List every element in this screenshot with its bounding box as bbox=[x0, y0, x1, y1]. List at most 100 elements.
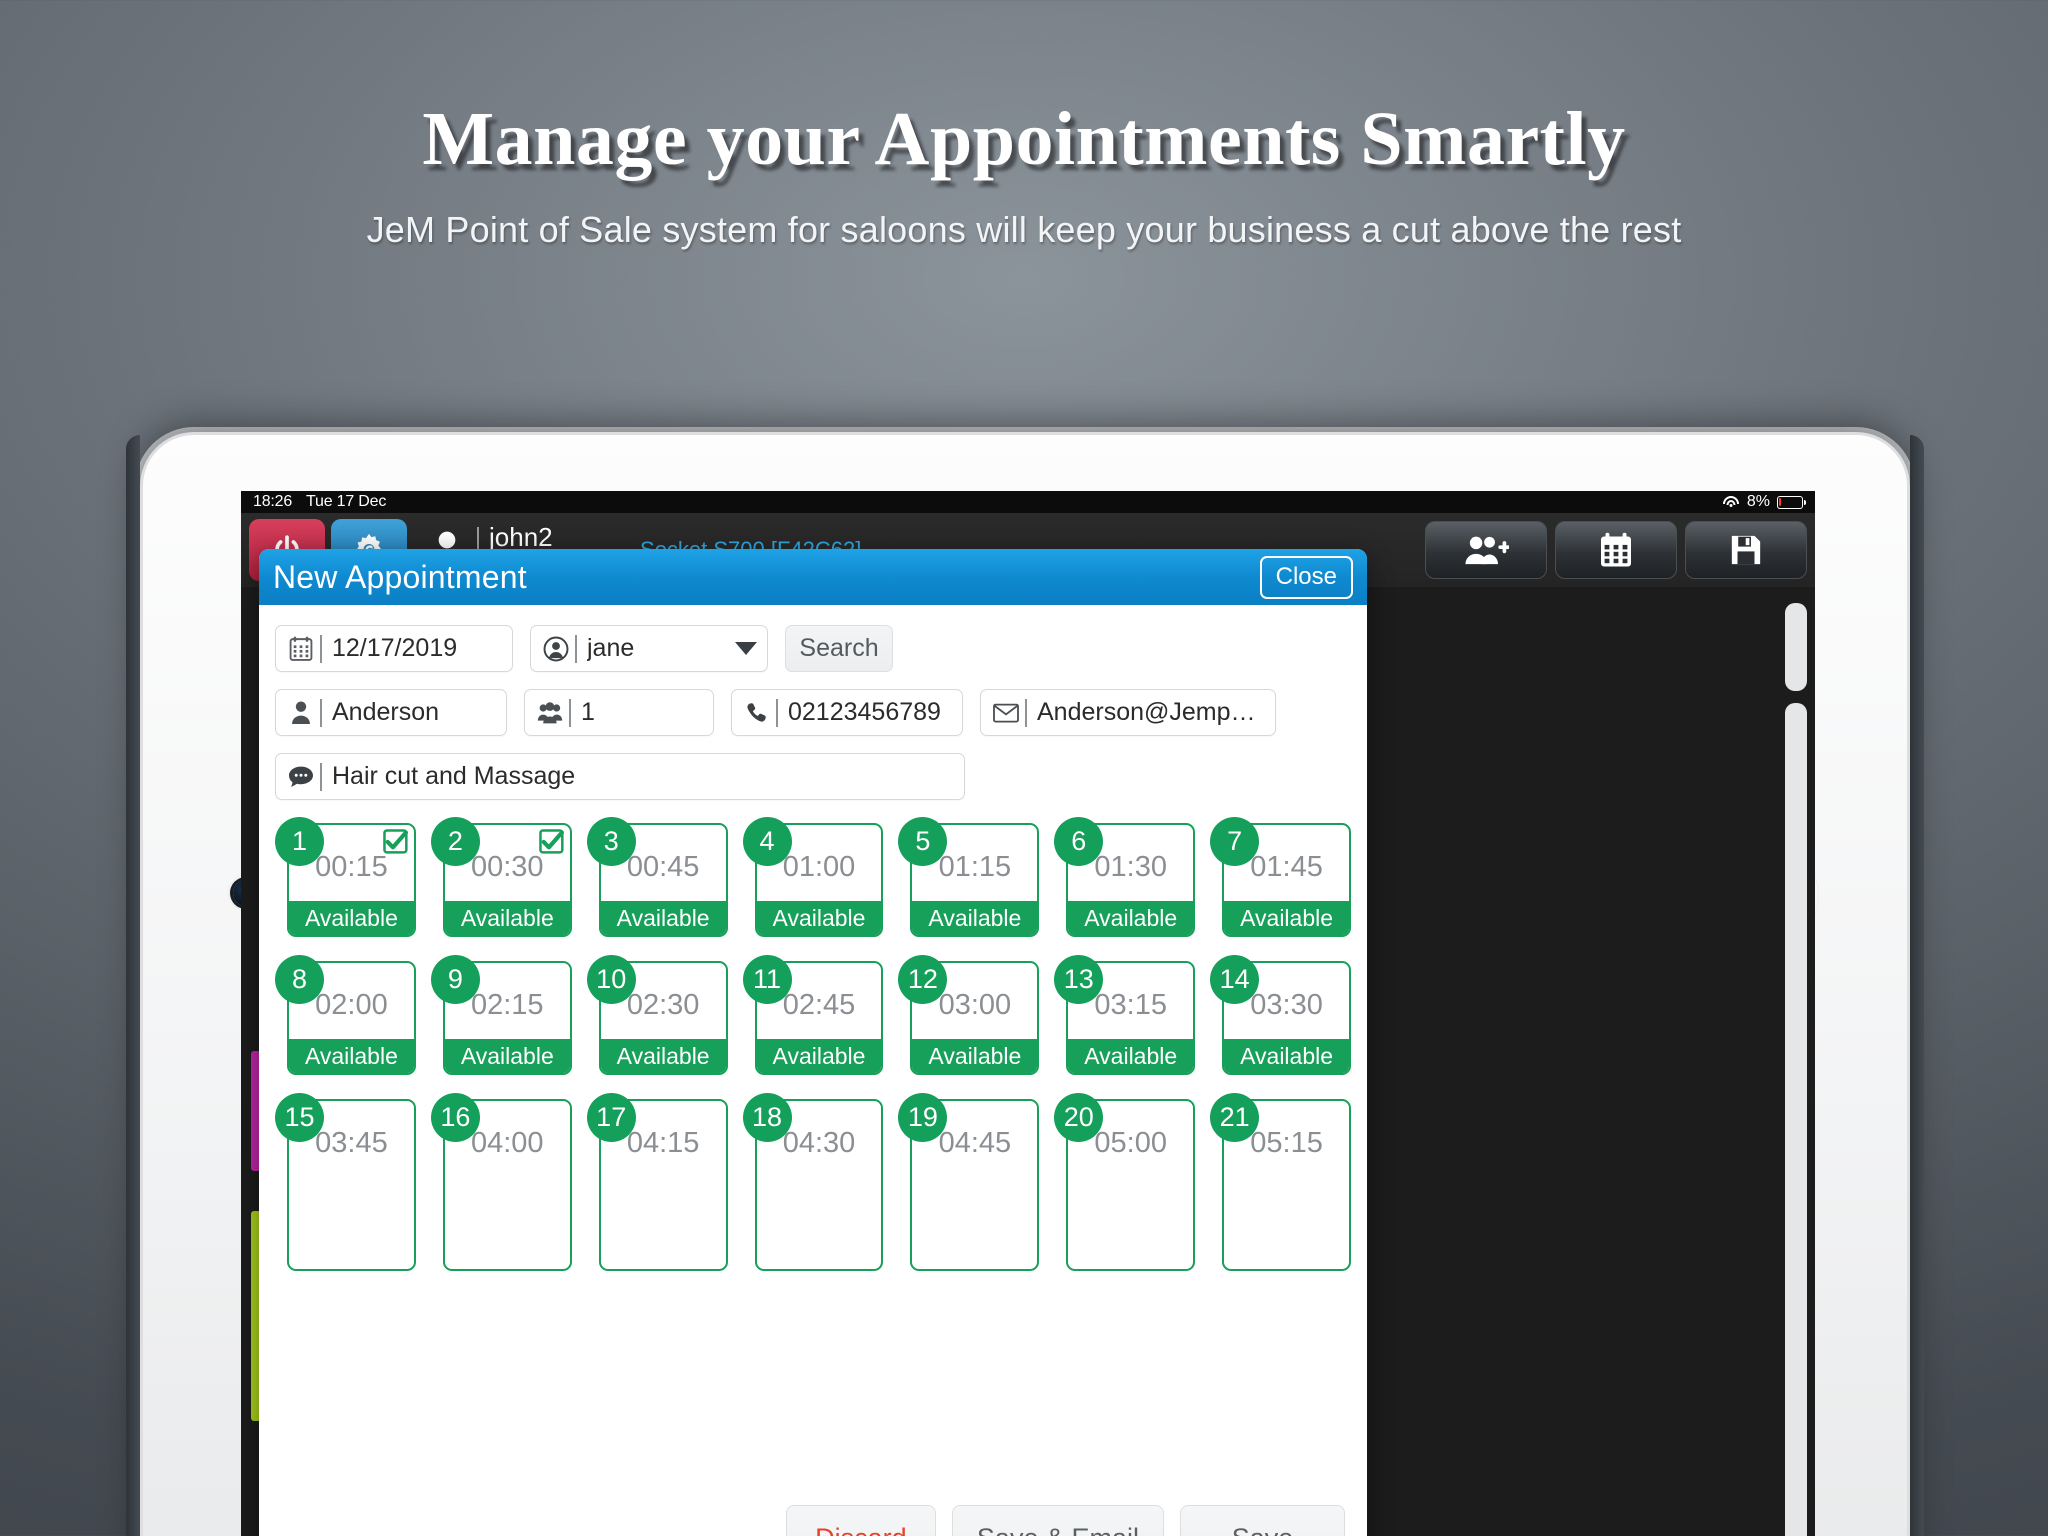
time-slot-number: 10 bbox=[586, 955, 636, 1004]
time-slot-grid: 00:15 Available 1 00:30 Available 2 00:45 Avail… bbox=[275, 817, 1351, 1271]
save-toolbar-button[interactable] bbox=[1685, 521, 1807, 579]
calendar-button[interactable] bbox=[1555, 521, 1677, 579]
time-slot-status: Available bbox=[756, 901, 882, 935]
time-slot-number: 1 bbox=[275, 817, 324, 866]
time-slot[interactable]: 01:15 Available 5 bbox=[898, 817, 1040, 937]
time-slot[interactable]: 04:00 16 bbox=[430, 1093, 572, 1271]
email-field[interactable]: Anderson@Jempos.co.uk bbox=[980, 689, 1276, 736]
time-slot-number: 17 bbox=[586, 1093, 636, 1142]
time-slot[interactable]: 03:00 Available 12 bbox=[898, 955, 1040, 1075]
time-slot-status: Available bbox=[1068, 901, 1194, 935]
time-slot-number: 2 bbox=[430, 817, 480, 866]
time-slot[interactable]: 04:45 19 bbox=[898, 1093, 1040, 1271]
time-slot[interactable]: 04:15 17 bbox=[586, 1093, 728, 1271]
time-slot[interactable]: 03:45 15 bbox=[275, 1093, 416, 1271]
field-divider bbox=[569, 698, 571, 727]
time-slot-status: Available bbox=[756, 1039, 882, 1073]
time-slot[interactable]: 01:45 Available 7 bbox=[1210, 817, 1351, 937]
dialog-header: New Appointment Close bbox=[259, 549, 1367, 605]
time-slot-number: 9 bbox=[430, 955, 480, 1004]
user-circle-icon bbox=[541, 636, 571, 662]
time-slot-number: 21 bbox=[1210, 1093, 1260, 1142]
checkbox-checked-icon[interactable] bbox=[538, 829, 564, 854]
time-slot-number: 14 bbox=[1210, 955, 1260, 1004]
time-slot-number: 8 bbox=[275, 955, 324, 1004]
checkbox-checked-icon[interactable] bbox=[383, 829, 408, 854]
calendar-icon bbox=[1601, 532, 1631, 567]
bg-panel-right bbox=[1785, 703, 1807, 1536]
time-slot-status: Available bbox=[289, 1039, 414, 1073]
party-size-field[interactable]: 1 bbox=[524, 689, 714, 736]
dialog-body: 12/17/2019 jane Search Anderson 1 021234… bbox=[259, 605, 1367, 1536]
phone-field[interactable]: 02123456789 bbox=[731, 689, 963, 736]
date-field[interactable]: 12/17/2019 bbox=[275, 625, 513, 672]
time-slot[interactable]: 04:30 18 bbox=[742, 1093, 884, 1271]
time-slot[interactable]: 01:00 Available 4 bbox=[742, 817, 884, 937]
staff-select[interactable]: jane bbox=[530, 625, 768, 672]
wifi-icon bbox=[1722, 495, 1740, 509]
time-slot-status: Available bbox=[444, 901, 570, 935]
chevron-down-icon bbox=[735, 642, 757, 655]
time-slot[interactable]: 05:15 21 bbox=[1210, 1093, 1351, 1271]
time-slot-status: Available bbox=[600, 1039, 726, 1073]
time-slot-number: 18 bbox=[742, 1093, 792, 1142]
time-slot[interactable]: 02:45 Available 11 bbox=[742, 955, 884, 1075]
new-appointment-dialog: New Appointment Close 12/17/2019 jane Se… bbox=[259, 549, 1367, 1536]
customer-name-field[interactable]: Anderson bbox=[275, 689, 507, 736]
promo-title: Manage your Appointments Smartly bbox=[422, 97, 1626, 181]
time-slot-number: 11 bbox=[742, 955, 792, 1004]
discard-button[interactable]: Discard bbox=[785, 1505, 936, 1536]
tablet-screen: 18:26 Tue 17 Dec 8% john2 New Appointmen… bbox=[241, 491, 1815, 1536]
field-divider bbox=[575, 634, 577, 663]
form-row-customer: Anderson 1 02123456789 Anderson@Jempos. bbox=[275, 689, 1351, 736]
user-icon bbox=[286, 700, 316, 725]
calendar-icon bbox=[286, 636, 316, 661]
phone-value: 02123456789 bbox=[788, 698, 941, 726]
status-time: 18:26 bbox=[253, 493, 293, 510]
time-slot-status: Available bbox=[912, 1039, 1038, 1073]
add-customer-button[interactable] bbox=[1425, 521, 1547, 579]
party-size-value: 1 bbox=[581, 698, 595, 726]
date-value: 12/17/2019 bbox=[332, 634, 458, 662]
time-slot-status: Available bbox=[1224, 901, 1349, 935]
time-slot-number: 6 bbox=[1054, 817, 1104, 866]
field-divider bbox=[1025, 698, 1027, 727]
close-button[interactable]: Close bbox=[1259, 555, 1353, 599]
add-users-icon bbox=[1465, 536, 1509, 565]
time-slot[interactable]: 03:15 Available 13 bbox=[1054, 955, 1196, 1075]
time-slot-number: 13 bbox=[1054, 955, 1104, 1004]
comment-icon bbox=[286, 765, 316, 789]
time-slot-number: 15 bbox=[275, 1093, 324, 1142]
field-divider bbox=[320, 634, 322, 663]
form-row-search: 12/17/2019 jane Search bbox=[275, 625, 1351, 672]
time-slot[interactable]: 02:30 Available 10 bbox=[586, 955, 728, 1075]
time-slot[interactable]: 03:30 Available 14 bbox=[1210, 955, 1351, 1075]
time-slot[interactable]: 02:00 Available 8 bbox=[275, 955, 416, 1075]
time-slot[interactable]: 00:15 Available 1 bbox=[275, 817, 416, 937]
note-field[interactable]: Hair cut and Massage bbox=[275, 753, 965, 800]
time-slot[interactable]: 02:15 Available 9 bbox=[430, 955, 572, 1075]
tablet-left-edge bbox=[126, 435, 140, 1536]
ios-status-bar: 18:26 Tue 17 Dec 8% bbox=[241, 491, 1815, 513]
note-value: Hair cut and Massage bbox=[332, 762, 576, 790]
search-button[interactable]: Search bbox=[785, 625, 893, 672]
save-and-email-button[interactable]: Save & Email bbox=[951, 1505, 1164, 1536]
time-slot-number: 7 bbox=[1210, 817, 1260, 866]
tablet-device: 18:26 Tue 17 Dec 8% john2 New Appointmen… bbox=[126, 432, 1924, 1536]
time-slot[interactable]: 00:30 Available 2 bbox=[430, 817, 572, 937]
battery-percent: 8% bbox=[1746, 493, 1770, 510]
group-icon bbox=[535, 701, 565, 725]
dialog-title: New Appointment bbox=[273, 558, 527, 595]
time-slot[interactable]: 01:30 Available 6 bbox=[1054, 817, 1196, 937]
time-slot[interactable]: 00:45 Available 3 bbox=[586, 817, 728, 937]
time-slot-number: 16 bbox=[430, 1093, 480, 1142]
time-slot[interactable]: 05:00 20 bbox=[1054, 1093, 1196, 1271]
time-slot-status: Available bbox=[289, 901, 414, 935]
field-divider bbox=[320, 698, 322, 727]
bg-panel-top-right bbox=[1785, 603, 1807, 691]
envelope-icon bbox=[991, 703, 1021, 723]
time-slot-status: Available bbox=[1224, 1039, 1349, 1073]
time-slot-status: Available bbox=[600, 901, 726, 935]
status-date: Tue 17 Dec bbox=[306, 493, 387, 510]
save-button[interactable]: Save bbox=[1180, 1505, 1345, 1536]
